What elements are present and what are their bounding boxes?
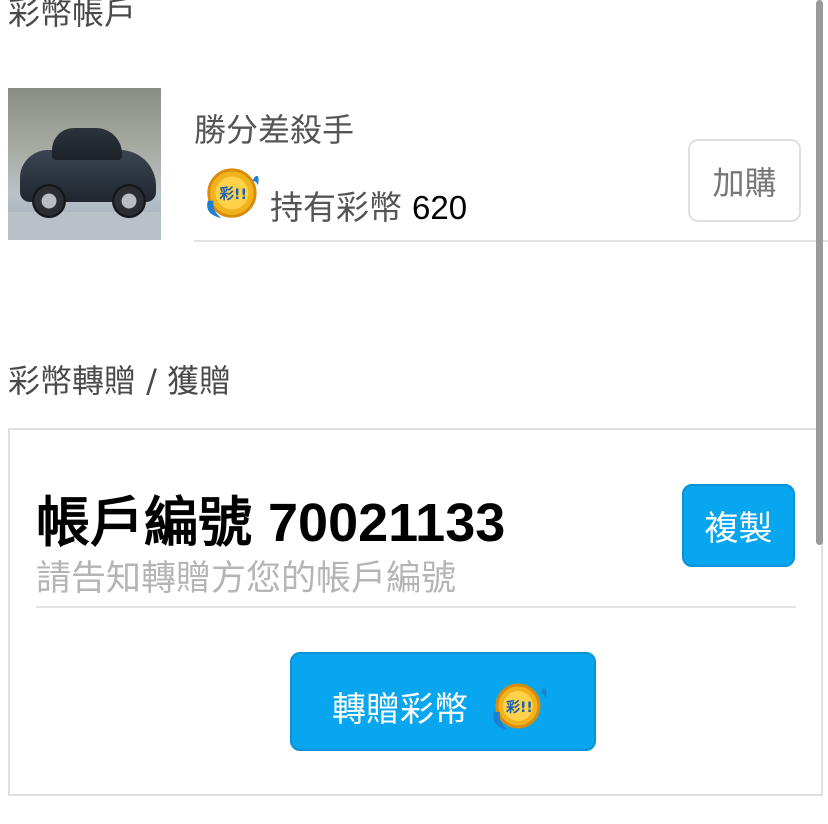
- car-wheel-rear: [112, 184, 146, 218]
- account-number-hint: 請告知轉贈方您的帳戶編號: [36, 559, 457, 599]
- section-title-account: 彩幣帳戶: [8, 0, 137, 32]
- coin-icon: 彩!!: [207, 168, 259, 219]
- section-title-transfer: 彩幣轉贈 / 獲贈: [8, 362, 232, 400]
- scrollbar[interactable]: [816, 0, 823, 545]
- car-wheel-front: [32, 184, 66, 218]
- transfer-coins-label: 轉贈彩幣: [332, 690, 468, 730]
- coin-icon: 彩!!: [493, 683, 547, 730]
- buy-more-button[interactable]: 加購: [688, 139, 801, 222]
- user-nickname: 勝分差殺手: [194, 111, 355, 149]
- account-number-heading: 帳戶編號 70021133: [36, 478, 505, 557]
- card-divider: [36, 606, 796, 608]
- copy-button[interactable]: 複製: [682, 484, 795, 567]
- coin-holding: 持有彩幣 620: [270, 181, 467, 229]
- car-roof-shape: [52, 128, 122, 160]
- avatar: [8, 88, 161, 240]
- divider: [194, 240, 828, 242]
- coin-letters: 彩!!: [218, 185, 247, 203]
- avatar-ground: [8, 212, 161, 240]
- transfer-coins-button[interactable]: 轉贈彩幣: [290, 652, 596, 751]
- account-number-value: 70021133: [268, 493, 506, 553]
- account-number-label: 帳戶編號: [36, 491, 252, 554]
- holding-label: 持有彩幣: [270, 188, 402, 227]
- holding-count: 620: [412, 189, 468, 226]
- coin-letters: 彩!!: [505, 699, 533, 716]
- lottery-coin-account-page: 彩幣帳戶 勝分差殺手 彩!! 持有彩幣 620 加購 彩幣轉贈 / 獲贈 帳戶編號…: [0, 0, 828, 824]
